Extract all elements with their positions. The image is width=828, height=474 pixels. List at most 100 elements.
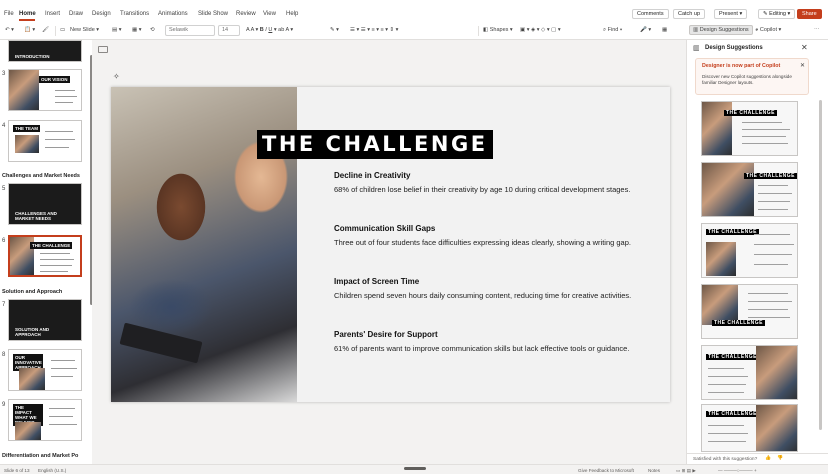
section-heading[interactable]: Challenges and Market Needs bbox=[2, 173, 80, 179]
slide-thumbnail-panel: INTRODUCTION 3 OUR VISION 4 THE TEAM Cha… bbox=[0, 40, 92, 464]
section-heading[interactable]: Solution and Approach bbox=[2, 289, 62, 295]
design-option[interactable]: THE CHALLENGE bbox=[701, 101, 798, 156]
slide-view-icon[interactable] bbox=[98, 46, 108, 53]
tab-review[interactable]: Review bbox=[236, 11, 256, 17]
design-option[interactable]: THE CHALLENGE bbox=[701, 284, 798, 339]
point-body[interactable]: Children spend seven hours daily consumi… bbox=[334, 290, 639, 302]
present-button[interactable]: Present ▾ bbox=[714, 9, 748, 19]
editing-button[interactable]: ✎ Editing ▾ bbox=[758, 9, 796, 19]
thumbnail-text-line bbox=[40, 271, 68, 272]
thumbs-down-icon[interactable]: 👎 bbox=[777, 456, 783, 461]
tab-insert[interactable]: Insert bbox=[45, 11, 60, 17]
thumbnail-text-line bbox=[49, 424, 77, 425]
slide-thumbnail[interactable]: OUR INNOVATIVE APPROACH bbox=[8, 349, 82, 391]
slide-title[interactable]: THE CHALLENGE bbox=[257, 130, 493, 159]
design-title: THE CHALLENGE bbox=[744, 173, 797, 179]
design-suggestions-button[interactable]: ▥ Design Suggestions bbox=[689, 25, 753, 35]
design-option[interactable]: THE CHALLENGE bbox=[701, 162, 798, 217]
slide-icon[interactable]: ▭ bbox=[60, 27, 65, 33]
paste-icon[interactable]: 📋 ▾ bbox=[24, 27, 35, 33]
design-option[interactable]: THE CHALLENGE bbox=[701, 223, 798, 278]
thumbnail-text-line bbox=[45, 139, 75, 140]
slide-thumbnail[interactable]: OUR VISION bbox=[8, 69, 82, 111]
tab-help[interactable]: Help bbox=[286, 11, 298, 17]
design-text-line bbox=[742, 129, 790, 130]
horizontal-scrollbar[interactable] bbox=[404, 467, 426, 470]
pane-scrollbar[interactable] bbox=[819, 100, 822, 430]
comments-label: Comments bbox=[637, 11, 664, 17]
slide-thumbnail[interactable]: CHALLENGES AND MARKET NEEDS bbox=[8, 183, 82, 225]
tab-file[interactable]: File bbox=[4, 11, 14, 17]
comments-button[interactable]: Comments bbox=[632, 9, 669, 19]
current-slide[interactable]: THE CHALLENGE Decline in Creativity 68% … bbox=[111, 87, 670, 402]
thumbnail-text-line bbox=[51, 368, 77, 369]
point-heading[interactable]: Decline in Creativity bbox=[334, 171, 410, 180]
tab-view[interactable]: View bbox=[263, 11, 276, 17]
point-body[interactable]: Three out of four students face difficul… bbox=[334, 237, 639, 249]
font-name-box[interactable]: Selawik bbox=[165, 25, 215, 36]
view-icons[interactable]: ▭ ⊞ ▤ ▶ bbox=[676, 468, 696, 474]
tab-animations[interactable]: Animations bbox=[158, 11, 188, 17]
design-photo bbox=[702, 163, 754, 216]
language-status[interactable]: English (U.S.) bbox=[38, 468, 66, 473]
shapes-button[interactable]: ◧ Shapes ▾ bbox=[483, 27, 513, 33]
design-text-line bbox=[708, 433, 748, 434]
designer-sparkle-icon[interactable]: ✧ bbox=[113, 72, 120, 81]
point-body[interactable]: 68% of children lose belief in their cre… bbox=[334, 184, 639, 196]
find-button[interactable]: ⌕ Find ▾ bbox=[603, 27, 622, 34]
slide-number: 8 bbox=[2, 352, 6, 358]
design-text-line bbox=[708, 368, 744, 369]
tab-home[interactable]: Home bbox=[19, 11, 36, 17]
design-text-line bbox=[754, 264, 788, 265]
design-option[interactable]: THE CHALLENGE bbox=[701, 345, 798, 400]
more-options-icon[interactable]: ⋯ bbox=[814, 27, 820, 33]
catch-up-button[interactable]: Catch up bbox=[673, 9, 706, 19]
highlight-icon[interactable]: ✎ ▾ bbox=[330, 27, 339, 33]
paragraph-icons[interactable]: ☰ ▾ ☰ ▾ ≡ ▾ ≡ ▾ ⇕ ▾ bbox=[350, 27, 398, 33]
font-format-icons[interactable]: A A ▾ B I U ▾ ab A ▾ bbox=[246, 27, 293, 33]
section-icon[interactable]: ▦ ▾ bbox=[132, 27, 142, 33]
thumbnail-title: INTRODUCTION bbox=[15, 54, 50, 59]
tab-draw[interactable]: Draw bbox=[69, 11, 83, 17]
thumbnail-text-line bbox=[40, 265, 72, 266]
thumbnail-title: OUR VISION bbox=[39, 76, 70, 83]
slide-number: 3 bbox=[2, 71, 6, 77]
point-heading[interactable]: Impact of Screen Time bbox=[334, 277, 419, 286]
dictate-icon[interactable]: 🎤 ▾ bbox=[640, 27, 651, 33]
slide-thumbnail[interactable]: THE TEAM bbox=[8, 120, 82, 162]
format-painter-icon[interactable]: 🖌 bbox=[42, 27, 49, 33]
tab-design[interactable]: Design bbox=[92, 11, 111, 17]
arrange-icons[interactable]: ▣ ▾ ◈ ▾ ◇ ▾ ▢ ▾ bbox=[520, 27, 561, 33]
reset-icon[interactable]: ⟲ bbox=[150, 27, 155, 33]
zoom-slider[interactable]: — ────○──── + bbox=[718, 468, 757, 473]
layout-icon[interactable]: ▤ ▾ bbox=[112, 27, 122, 33]
design-option[interactable]: THE CHALLENGE bbox=[701, 404, 798, 452]
slide-thumbnail[interactable]: SOLUTION AND APPROACH bbox=[8, 299, 82, 341]
point-heading[interactable]: Parents' Desire for Support bbox=[334, 330, 438, 339]
close-icon[interactable]: ✕ bbox=[801, 43, 808, 52]
thumbnail-photo bbox=[15, 135, 39, 153]
give-feedback-link[interactable]: Give Feedback to Microsoft bbox=[578, 468, 634, 473]
design-text-line bbox=[708, 384, 746, 385]
notes-button[interactable]: Notes bbox=[648, 468, 660, 473]
share-label: Share bbox=[802, 11, 817, 17]
slide-thumbnail-selected[interactable]: THE CHALLENGE bbox=[8, 235, 82, 277]
new-slide-label: New Slide bbox=[70, 27, 95, 33]
copilot-button[interactable]: ◕ Copilot ▾ bbox=[755, 27, 781, 33]
point-heading[interactable]: Communication Skill Gaps bbox=[334, 224, 435, 233]
section-heading[interactable]: Differentiation and Market Po bbox=[2, 453, 78, 459]
share-button[interactable]: Share bbox=[797, 9, 822, 19]
tab-transitions[interactable]: Transitions bbox=[120, 11, 149, 17]
slide-thumbnail[interactable]: INTRODUCTION bbox=[8, 40, 82, 62]
add-in-icon[interactable]: ▦ bbox=[662, 27, 667, 33]
thumbnail-text-line bbox=[40, 259, 74, 260]
slide-thumbnail[interactable]: THE IMPACT WHAT WE DELIVER bbox=[8, 399, 82, 441]
tab-slide-show[interactable]: Slide Show bbox=[198, 11, 228, 17]
point-body[interactable]: 61% of parents want to improve communica… bbox=[334, 343, 639, 355]
thumbs-up-icon[interactable]: 👍 bbox=[765, 456, 771, 461]
undo-icon[interactable]: ↶ ▾ bbox=[5, 27, 14, 33]
font-size-box[interactable]: 14 bbox=[218, 25, 240, 36]
dismiss-icon[interactable]: ✕ bbox=[800, 62, 805, 69]
find-label: Find bbox=[607, 27, 619, 33]
new-slide-button[interactable]: New Slide ▾ bbox=[70, 27, 99, 33]
